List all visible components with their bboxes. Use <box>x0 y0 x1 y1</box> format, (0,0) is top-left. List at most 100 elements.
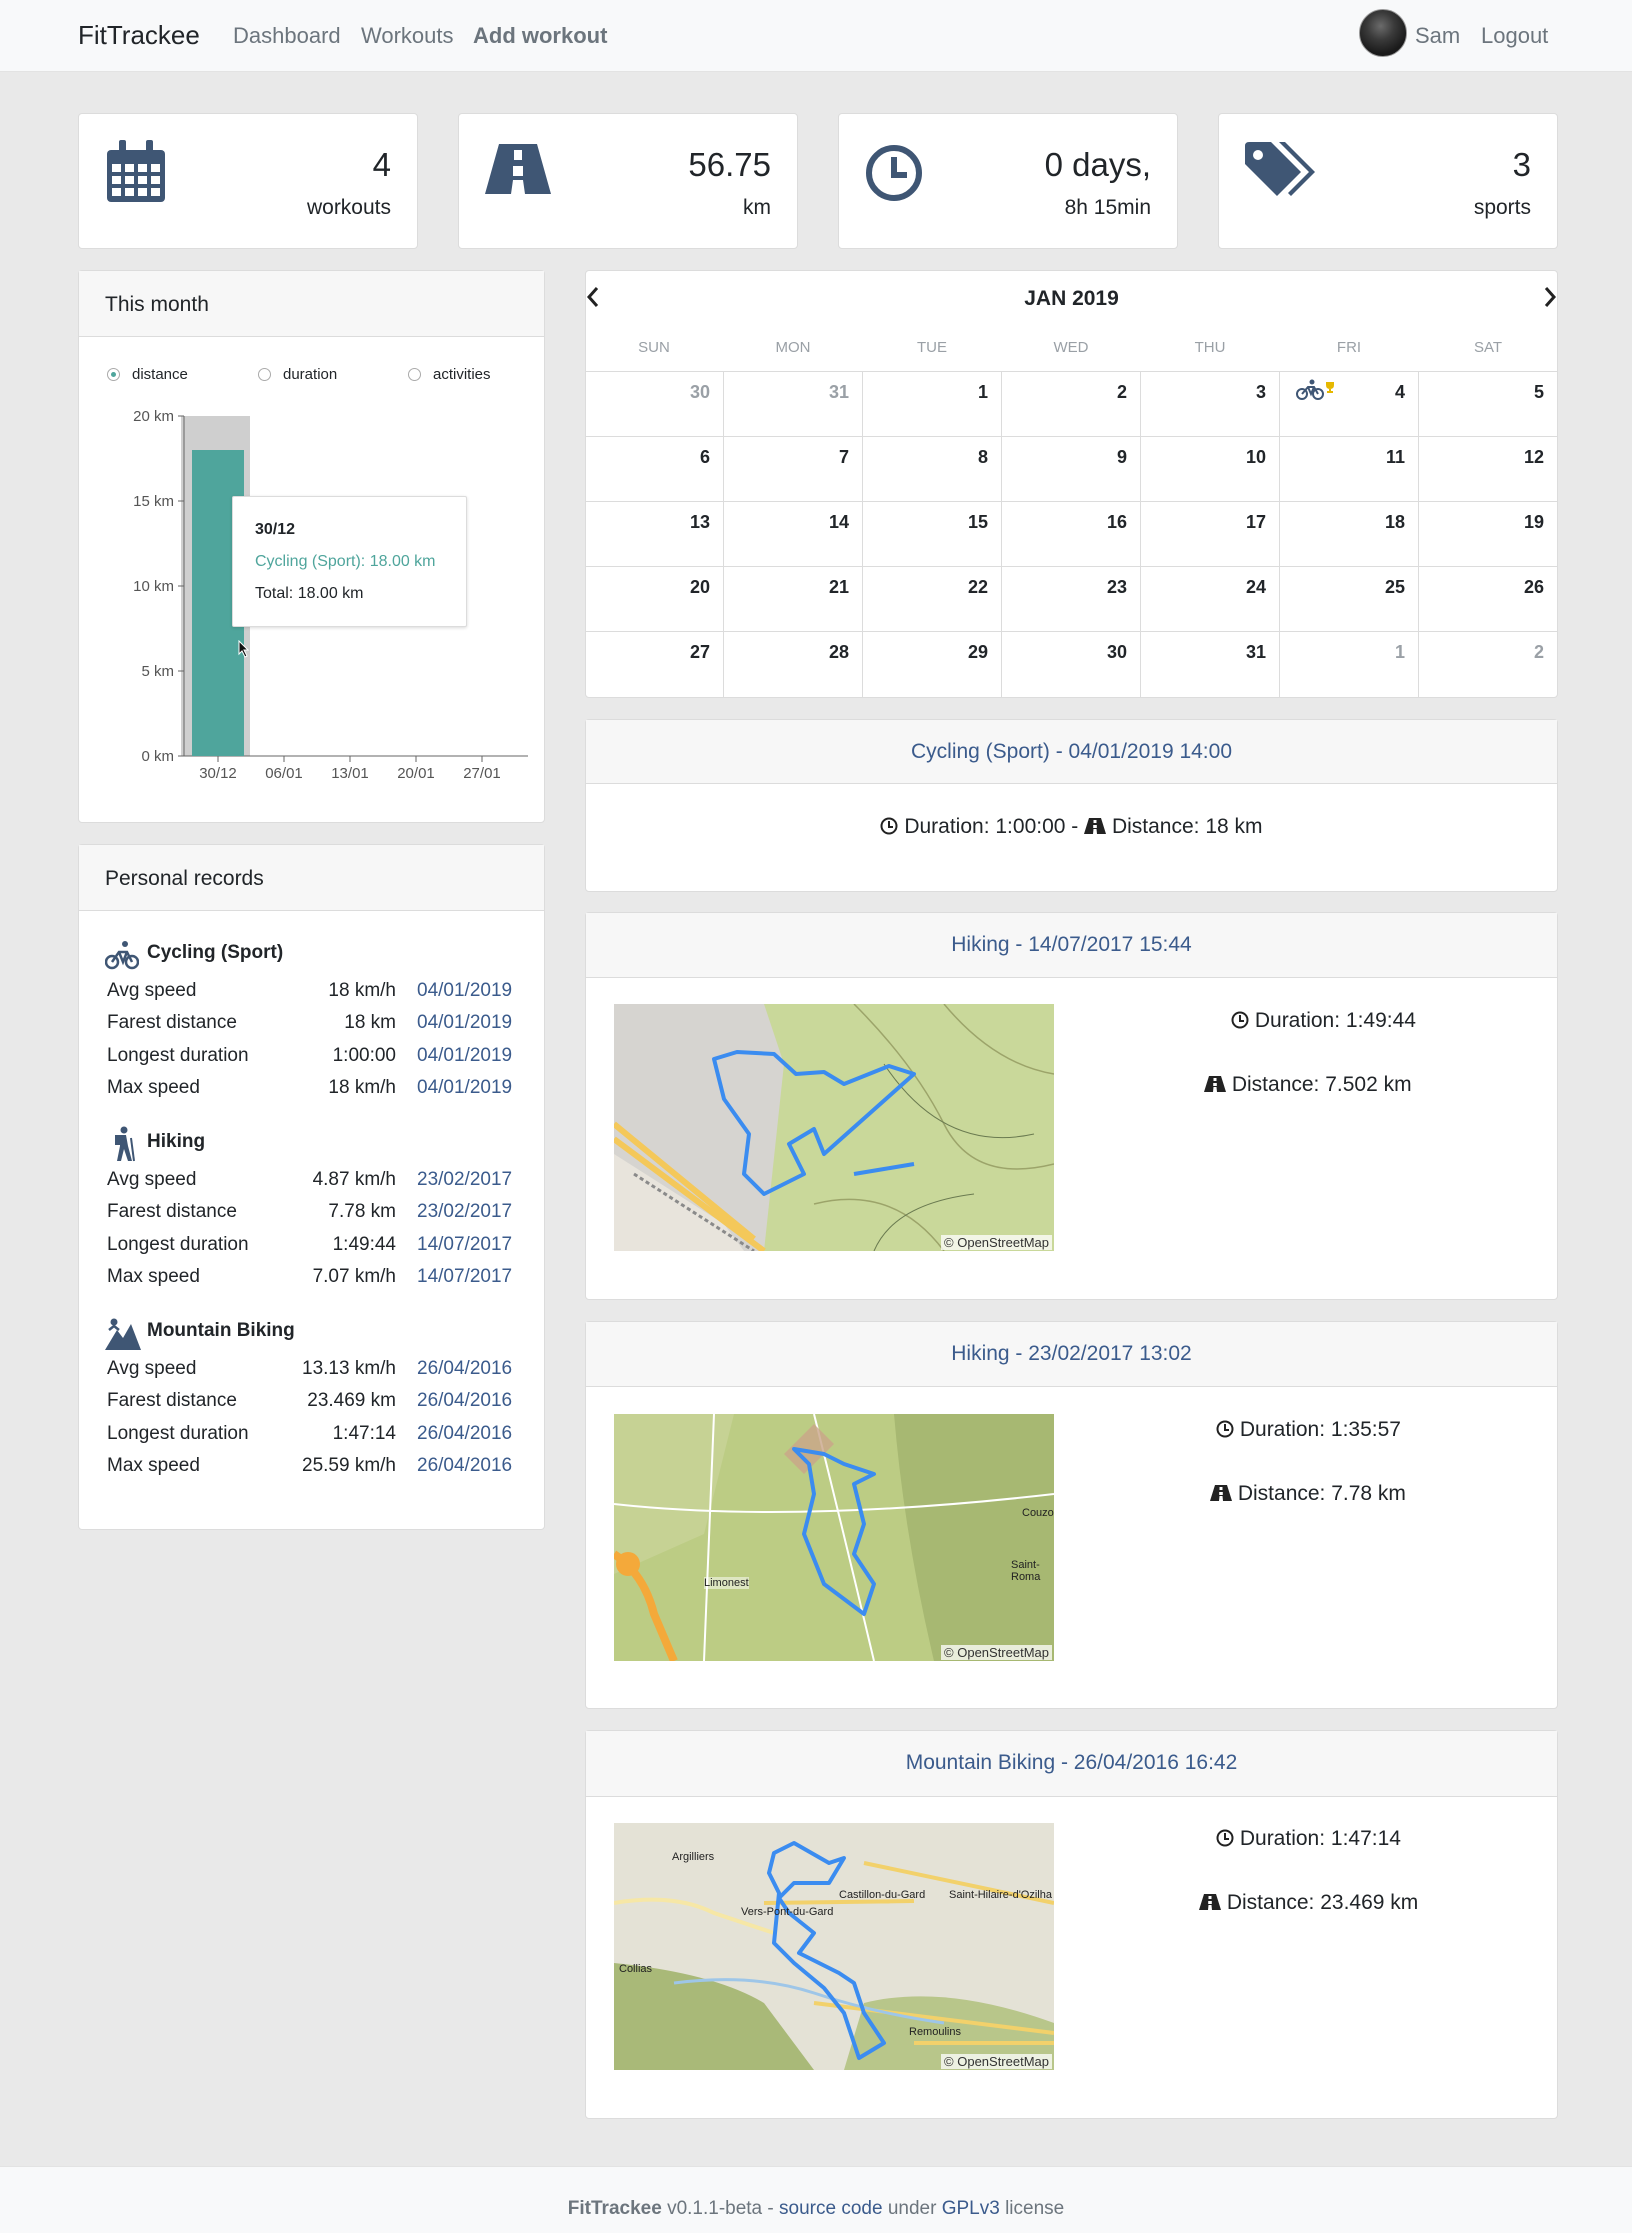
record-date-link[interactable]: 23/02/2017 <box>417 1169 512 1191</box>
workout-distance: Distance: 7.78 km <box>1210 1482 1406 1506</box>
record-label: Farest distance <box>107 1201 237 1222</box>
calendar-day-cell[interactable]: 11 <box>1280 437 1419 502</box>
calendar-day-cell[interactable]: 1 <box>1280 632 1419 697</box>
calendar-day-cell[interactable]: 3 <box>1141 372 1280 437</box>
record-value: 7.07 km/h <box>312 1266 396 1287</box>
map-attribution[interactable]: © OpenStreetMap <box>941 1645 1052 1660</box>
source-code-link[interactable]: source code <box>779 2198 883 2219</box>
workout-card: Hiking - 14/07/2017 15:44 © OpenStreetMa… <box>585 912 1558 1300</box>
weekday-label: SUN <box>638 339 670 356</box>
workout-title-link[interactable]: Hiking - 23/02/2017 13:02 <box>586 1342 1557 1366</box>
calendar-day-cell[interactable]: 1 <box>863 372 1002 437</box>
record-date-link[interactable]: 26/04/2016 <box>417 1390 512 1412</box>
workout-title-link[interactable]: Cycling (Sport) - 04/01/2019 14:00 <box>586 740 1557 764</box>
calendar-day-cell[interactable]: 29 <box>863 632 1002 697</box>
duration-text: Duration: 1:35:57 <box>1239 1418 1401 1441</box>
nav-dashboard[interactable]: Dashboard <box>233 23 341 49</box>
calendar-day-number: 28 <box>828 642 849 662</box>
nav-add-workout[interactable]: Add workout <box>473 23 607 49</box>
calendar-day-cell[interactable]: 20 <box>585 567 724 632</box>
record-date-link[interactable]: 04/01/2019 <box>417 1012 512 1034</box>
record-date-link[interactable]: 14/07/2017 <box>417 1266 512 1288</box>
stat-label: km <box>743 196 771 219</box>
record-value: 4.87 km/h <box>312 1169 396 1190</box>
record-date-link[interactable]: 23/02/2017 <box>417 1201 512 1223</box>
calendar-day-cell[interactable]: 22 <box>863 567 1002 632</box>
calendar-day-number: 30 <box>1106 642 1127 662</box>
calendar-day-cell[interactable]: 7 <box>724 437 863 502</box>
y-tick-label: 0 km <box>141 748 174 765</box>
radio-dot[interactable] <box>258 368 271 381</box>
calendar-day-cell[interactable]: 23 <box>1002 567 1141 632</box>
workout-map[interactable]: © OpenStreetMap <box>614 1004 1054 1251</box>
record-date-link[interactable]: 14/07/2017 <box>417 1234 512 1256</box>
record-date-link[interactable]: 26/04/2016 <box>417 1358 512 1380</box>
workout-map[interactable]: Argilliers Castillon-du-Gard Saint-Hilai… <box>614 1823 1054 2070</box>
map-attribution[interactable]: © OpenStreetMap <box>941 2054 1052 2069</box>
record-value: 18 km/h <box>328 980 396 1001</box>
record-date-link[interactable]: 04/01/2019 <box>417 980 512 1002</box>
radio-activities[interactable]: activities <box>408 366 491 383</box>
calendar-day-cell[interactable]: 6 <box>585 437 724 502</box>
calendar-day-cell[interactable]: 17 <box>1141 502 1280 567</box>
workout-title-link[interactable]: Hiking - 14/07/2017 15:44 <box>586 933 1557 957</box>
calendar-day-number: 13 <box>689 512 710 532</box>
calendar-day-cell[interactable]: 27 <box>585 632 724 697</box>
road-icon <box>1084 815 1107 838</box>
record-label: Longest duration <box>107 1234 249 1255</box>
record-label: Max speed <box>107 1455 200 1476</box>
calendar-day-number: 25 <box>1384 577 1405 597</box>
calendar-day-cell[interactable]: 28 <box>724 632 863 697</box>
calendar-day-cell[interactable]: 10 <box>1141 437 1280 502</box>
road-icon <box>1204 1073 1226 1096</box>
calendar-day-cell[interactable]: 31 <box>724 372 863 437</box>
calendar-day-cell[interactable]: 19 <box>1419 502 1558 567</box>
logout-link[interactable]: Logout <box>1481 23 1548 49</box>
calendar-day-cell[interactable]: 21 <box>724 567 863 632</box>
record-date-link[interactable]: 26/04/2016 <box>417 1455 512 1477</box>
calendar-day-number: 26 <box>1523 577 1544 597</box>
calendar-day-cell[interactable]: 13 <box>585 502 724 567</box>
calendar-day-cell[interactable]: 14 <box>724 502 863 567</box>
user-name[interactable]: Sam <box>1415 23 1460 49</box>
calendar-day-cell[interactable]: 5 <box>1419 372 1558 437</box>
calendar-day-cell[interactable]: 30 <box>585 372 724 437</box>
nav-workouts[interactable]: Workouts <box>361 23 454 49</box>
calendar-day-cell[interactable]: 18 <box>1280 502 1419 567</box>
calendar-day-cell[interactable]: 15 <box>863 502 1002 567</box>
calendar-day-number: 11 <box>1385 447 1405 467</box>
record-date-link[interactable]: 26/04/2016 <box>417 1423 512 1445</box>
radio-duration[interactable]: duration <box>258 366 337 383</box>
calendar-day-cell[interactable]: 30 <box>1002 632 1141 697</box>
x-tick-label: 06/01 <box>265 765 303 782</box>
radio-distance[interactable]: distance <box>107 366 188 383</box>
stat-label: sports <box>1473 196 1531 219</box>
calendar-day-cell[interactable]: 8 <box>863 437 1002 502</box>
brand-logo[interactable]: FitTrackee <box>78 20 200 51</box>
license-link[interactable]: GPLv3 <box>942 2198 1000 2219</box>
map-attribution[interactable]: © OpenStreetMap <box>941 1235 1052 1250</box>
record-value: 1:47:14 <box>332 1423 396 1444</box>
workout-title-link[interactable]: Mountain Biking - 26/04/2016 16:42 <box>586 1751 1557 1775</box>
calendar-day-cell[interactable]: 16 <box>1002 502 1141 567</box>
calendar-day-cell[interactable]: 12 <box>1419 437 1558 502</box>
radio-dot[interactable] <box>107 368 120 381</box>
mountain-biking-icon <box>105 1316 141 1356</box>
record-value: 18 km/h <box>328 1077 396 1098</box>
calendar-day-number: 12 <box>1523 447 1544 467</box>
cursor-icon <box>238 639 250 664</box>
calendar-day-cell[interactable]: 2 <box>1002 372 1141 437</box>
calendar-day-cell[interactable]: 25 <box>1280 567 1419 632</box>
record-date-link[interactable]: 04/01/2019 <box>417 1045 512 1067</box>
workout-map[interactable]: Limonest Saint-Roma Couzo © OpenStreetMa… <box>614 1414 1054 1661</box>
chevron-right-icon[interactable] <box>1542 286 1558 314</box>
calendar-day-cell[interactable]: 9 <box>1002 437 1141 502</box>
avatar[interactable] <box>1359 9 1407 57</box>
calendar-day-cell[interactable]: 31 <box>1141 632 1280 697</box>
calendar-day-cell[interactable]: 2 <box>1419 632 1558 697</box>
record-date-link[interactable]: 04/01/2019 <box>417 1077 512 1099</box>
calendar-day-cell[interactable]: 24 <box>1141 567 1280 632</box>
map-place-label: Saint-Roma <box>1011 1559 1041 1583</box>
calendar-day-cell[interactable]: 26 <box>1419 567 1558 632</box>
radio-dot[interactable] <box>408 368 421 381</box>
